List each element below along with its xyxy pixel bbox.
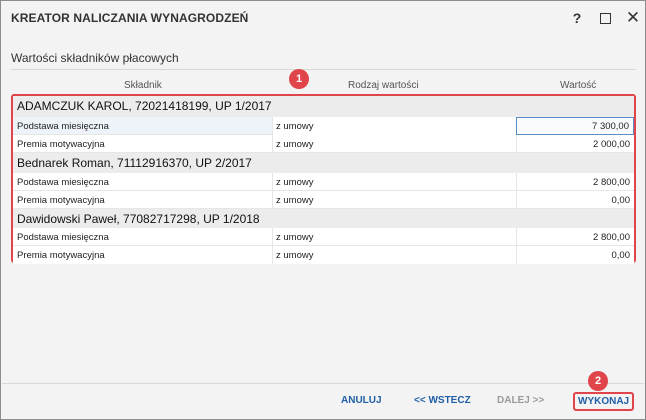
cancel-button[interactable]: ANULUJ	[341, 395, 382, 406]
execute-button[interactable]: WYKONAJ	[573, 392, 635, 411]
table-row[interactable]: Podstawa miesięczna z umowy 2 800,00	[13, 228, 634, 246]
section-divider	[11, 69, 636, 70]
value-type[interactable]: z umowy	[272, 191, 516, 209]
close-button[interactable]: ✕	[622, 7, 644, 29]
value-input[interactable]: 7 300,00	[516, 117, 634, 135]
column-header-rodzaj: Rodzaj wartości	[348, 80, 419, 91]
employee-group-header[interactable]: ADAMCZUK KAROL, 72021418199, UP 1/2017	[13, 96, 634, 117]
component-name: Podstawa miesięczna	[17, 177, 109, 188]
maximize-icon	[599, 12, 611, 24]
table-row[interactable]: Podstawa miesięczna z umowy 2 800,00	[13, 173, 634, 191]
salary-components-grid: ADAMCZUK KAROL, 72021418199, UP 1/2017 P…	[11, 94, 636, 264]
value-input[interactable]: 0,00	[516, 191, 634, 209]
question-mark-icon: ?	[572, 10, 582, 26]
column-header-wartosc: Wartość	[560, 80, 597, 91]
close-icon: ✕	[625, 8, 641, 27]
value-input[interactable]: 2 800,00	[516, 173, 634, 191]
maximize-button[interactable]	[594, 7, 616, 29]
value-type[interactable]: z umowy	[272, 173, 516, 191]
component-name: Premia motywacyjna	[17, 250, 105, 261]
column-headers: Składnik Rodzaj wartości Wartość	[11, 80, 636, 94]
wizard-window: KREATOR NALICZANIA WYNAGRODZEŃ ? ✕ Warto…	[0, 0, 646, 420]
table-row[interactable]: Premia motywacyjna z umowy 0,00	[13, 246, 634, 264]
back-button[interactable]: << WSTECZ	[414, 395, 471, 406]
help-button[interactable]: ?	[566, 7, 588, 29]
table-row[interactable]: Premia motywacyjna z umowy 0,00	[13, 191, 634, 209]
value-type[interactable]: z umowy	[272, 117, 516, 135]
component-name: Podstawa miesięczna	[17, 121, 109, 132]
section-title: Wartości składników płacowych	[11, 51, 179, 65]
component-name: Podstawa miesięczna	[17, 232, 109, 243]
employee-group-header[interactable]: Bednarek Roman, 71112916370, UP 2/2017	[13, 153, 634, 174]
annotation-badge-1: 1	[289, 69, 309, 89]
table-row[interactable]: Premia motywacyjna z umowy 2 000,00	[13, 135, 634, 153]
value-type[interactable]: z umowy	[272, 246, 516, 264]
value-input[interactable]: 2 800,00	[516, 228, 634, 246]
component-name: Premia motywacyjna	[17, 195, 105, 206]
employee-group-header[interactable]: Dawidowski Paweł, 77082717298, UP 1/2018	[13, 209, 634, 230]
column-header-skladnik: Składnik	[124, 80, 162, 91]
value-input[interactable]: 2 000,00	[516, 135, 634, 153]
wizard-footer: ANULUJ << WSTECZ DALEJ >> WYKONAJ	[2, 384, 644, 419]
annotation-badge-2: 2	[588, 371, 608, 391]
table-row[interactable]: Podstawa miesięczna z umowy 7 300,00	[13, 117, 634, 135]
title-bar: KREATOR NALICZANIA WYNAGRODZEŃ ? ✕	[2, 2, 644, 34]
value-type[interactable]: z umowy	[272, 228, 516, 246]
value-input[interactable]: 0,00	[516, 246, 634, 264]
window-title: KREATOR NALICZANIA WYNAGRODZEŃ	[11, 11, 249, 25]
component-name: Premia motywacyjna	[17, 139, 105, 150]
value-type[interactable]: z umowy	[272, 135, 516, 153]
next-button[interactable]: DALEJ >>	[497, 395, 544, 406]
